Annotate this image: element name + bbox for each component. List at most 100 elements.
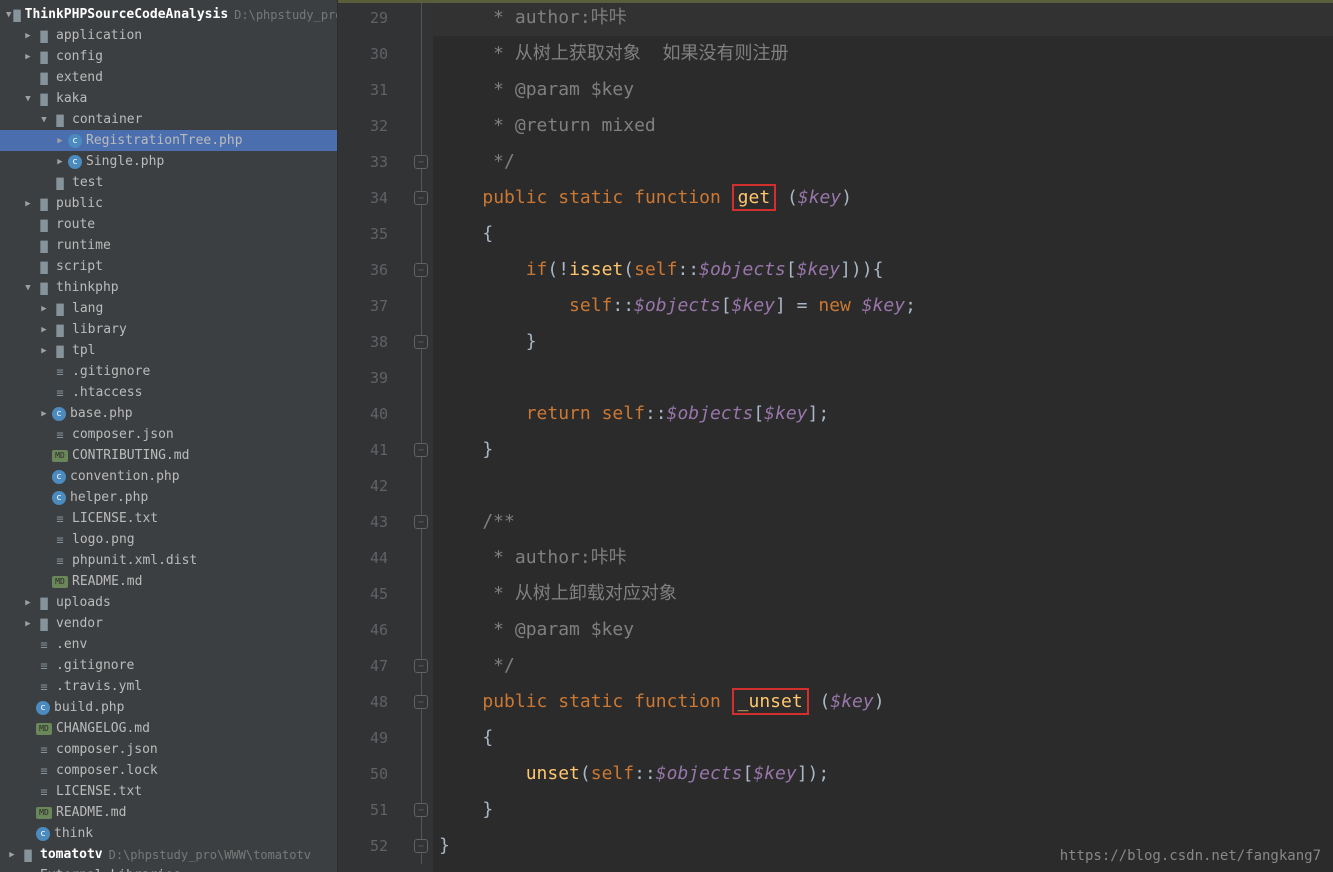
expand-arrow-icon[interactable]: ▼ — [22, 283, 34, 293]
tree-item-readme-md[interactable]: MDREADME.md — [0, 571, 337, 592]
tree-item-route[interactable]: ▇route — [0, 214, 337, 235]
code-area[interactable]: * author:咔咔 * 从树上获取对象 如果没有则注册 * @param $… — [433, 0, 1333, 872]
tree-item-container[interactable]: ▼▇container — [0, 109, 337, 130]
code-line[interactable]: unset(self::$objects[$key]); — [433, 756, 1333, 792]
tree-item-vendor[interactable]: ▶▇vendor — [0, 613, 337, 634]
tree-item-base-php[interactable]: ▶cbase.php — [0, 403, 337, 424]
code-line[interactable]: public static function _unset ($key) — [433, 684, 1333, 720]
tree-item--htaccess[interactable]: ≡.htaccess — [0, 382, 337, 403]
folder-icon: ▇ — [36, 260, 52, 274]
tree-item--gitignore[interactable]: ≡.gitignore — [0, 655, 337, 676]
expand-arrow-icon[interactable]: ▼ — [22, 94, 34, 104]
fold-toggle-icon[interactable]: − — [414, 515, 428, 529]
tree-item-readme-md[interactable]: MDREADME.md — [0, 802, 337, 823]
tree-item-label: test — [72, 175, 103, 190]
fold-toggle-icon[interactable]: − — [414, 335, 428, 349]
tree-item-runtime[interactable]: ▇runtime — [0, 235, 337, 256]
tree-item-logo-png[interactable]: ≡logo.png — [0, 529, 337, 550]
tree-item-phpunit-xml-dist[interactable]: ≡phpunit.xml.dist — [0, 550, 337, 571]
code-line[interactable]: */ — [433, 648, 1333, 684]
fold-toggle-icon[interactable]: − — [414, 443, 428, 457]
tree-item-composer-json[interactable]: ≡composer.json — [0, 739, 337, 760]
code-line[interactable]: /** — [433, 504, 1333, 540]
tree-item-config[interactable]: ▶▇config — [0, 46, 337, 67]
tree-item-kaka[interactable]: ▼▇kaka — [0, 88, 337, 109]
code-line[interactable] — [433, 468, 1333, 504]
fold-toggle-icon[interactable]: − — [414, 659, 428, 673]
expand-arrow-icon[interactable]: ▶ — [54, 136, 66, 146]
code-line[interactable]: } — [433, 432, 1333, 468]
expand-arrow-icon[interactable]: ▶ — [54, 157, 66, 167]
tree-item--travis-yml[interactable]: ≡.travis.yml — [0, 676, 337, 697]
tree-item-thinkphpsourcecodeanalysis[interactable]: ▼▇ThinkPHPSourceCodeAnalysisD:\phpstudy_… — [0, 4, 337, 25]
code-line[interactable]: * 从树上获取对象 如果没有则注册 — [433, 36, 1333, 72]
tree-item-registrationtree-php[interactable]: ▶cRegistrationTree.php — [0, 130, 337, 151]
tree-item-library[interactable]: ▶▇library — [0, 319, 337, 340]
php-file-icon: c — [52, 407, 66, 421]
tree-item-helper-php[interactable]: chelper.php — [0, 487, 337, 508]
php-file-icon: c — [68, 134, 82, 148]
tree-item-application[interactable]: ▶▇application — [0, 25, 337, 46]
tree-item-license-txt[interactable]: ≡LICENSE.txt — [0, 508, 337, 529]
tree-item-tpl[interactable]: ▶▇tpl — [0, 340, 337, 361]
expand-arrow-icon[interactable]: ▼ — [6, 10, 11, 20]
tree-item-think[interactable]: cthink — [0, 823, 337, 844]
code-line[interactable]: public static function get ($key) — [433, 180, 1333, 216]
tree-item-public[interactable]: ▶▇public — [0, 193, 337, 214]
code-line[interactable]: if(!isset(self::$objects[$key])){ — [433, 252, 1333, 288]
project-tree[interactable]: ▼▇ThinkPHPSourceCodeAnalysisD:\phpstudy_… — [0, 0, 338, 872]
tree-item-label: thinkphp — [56, 280, 119, 295]
fold-toggle-icon[interactable]: − — [414, 191, 428, 205]
tree-item-single-php[interactable]: ▶cSingle.php — [0, 151, 337, 172]
tree-item-label: tpl — [72, 343, 95, 358]
fold-toggle-icon[interactable]: − — [414, 803, 428, 817]
tree-item-uploads[interactable]: ▶▇uploads — [0, 592, 337, 613]
code-line[interactable]: } — [433, 324, 1333, 360]
expand-arrow-icon[interactable]: ▶ — [22, 52, 34, 62]
tree-item--env[interactable]: ≡.env — [0, 634, 337, 655]
fold-toggle-icon[interactable]: − — [414, 839, 428, 853]
expand-arrow-icon[interactable]: ▶ — [22, 31, 34, 41]
tree-item-thinkphp[interactable]: ▼▇thinkphp — [0, 277, 337, 298]
tree-item-test[interactable]: ▇test — [0, 172, 337, 193]
code-line[interactable]: * @return mixed — [433, 108, 1333, 144]
tree-item-tomatotv[interactable]: ▶▇tomatotvD:\phpstudy_pro\WWW\tomatotv — [0, 844, 337, 865]
expand-arrow-icon[interactable]: ▶ — [22, 619, 34, 629]
code-line[interactable]: self::$objects[$key] = new $key; — [433, 288, 1333, 324]
expand-arrow-icon[interactable]: ▶ — [6, 850, 18, 860]
code-line[interactable]: * @param $key — [433, 612, 1333, 648]
tree-item--gitignore[interactable]: ≡.gitignore — [0, 361, 337, 382]
expand-arrow-icon[interactable]: ▶ — [38, 346, 50, 356]
tree-item-composer-json[interactable]: ≡composer.json — [0, 424, 337, 445]
code-line[interactable]: * 从树上卸载对应对象 — [433, 576, 1333, 612]
expand-arrow-icon[interactable]: ▶ — [38, 325, 50, 335]
fold-toggle-icon[interactable]: − — [414, 263, 428, 277]
code-editor[interactable]: 2930313233343536373839404142434445464748… — [338, 0, 1333, 872]
expand-arrow-icon[interactable]: ▼ — [38, 115, 50, 125]
code-line[interactable]: */ — [433, 144, 1333, 180]
code-line[interactable]: } — [433, 792, 1333, 828]
code-line[interactable]: * author:咔咔 — [433, 540, 1333, 576]
fold-toggle-icon[interactable]: − — [414, 695, 428, 709]
code-line[interactable]: { — [433, 216, 1333, 252]
tree-item-convention-php[interactable]: cconvention.php — [0, 466, 337, 487]
tree-item-changelog-md[interactable]: MDCHANGELOG.md — [0, 718, 337, 739]
expand-arrow-icon[interactable]: ▶ — [38, 304, 50, 314]
tree-item-composer-lock[interactable]: ≡composer.lock — [0, 760, 337, 781]
tree-item-lang[interactable]: ▶▇lang — [0, 298, 337, 319]
tree-item-script[interactable]: ▇script — [0, 256, 337, 277]
code-line[interactable]: { — [433, 720, 1333, 756]
expand-arrow-icon[interactable]: ▶ — [22, 199, 34, 209]
code-line[interactable]: * @param $key — [433, 72, 1333, 108]
code-line[interactable] — [433, 360, 1333, 396]
tree-item-external-libraries[interactable]: ▶⊞External Libraries — [0, 865, 337, 872]
tree-item-build-php[interactable]: cbuild.php — [0, 697, 337, 718]
expand-arrow-icon[interactable]: ▶ — [38, 409, 50, 419]
tree-item-contributing-md[interactable]: MDCONTRIBUTING.md — [0, 445, 337, 466]
tree-item-extend[interactable]: ▇extend — [0, 67, 337, 88]
code-line[interactable]: * author:咔咔 — [433, 0, 1333, 36]
fold-toggle-icon[interactable]: − — [414, 155, 428, 169]
code-line[interactable]: return self::$objects[$key]; — [433, 396, 1333, 432]
expand-arrow-icon[interactable]: ▶ — [22, 598, 34, 608]
tree-item-license-txt[interactable]: ≡LICENSE.txt — [0, 781, 337, 802]
